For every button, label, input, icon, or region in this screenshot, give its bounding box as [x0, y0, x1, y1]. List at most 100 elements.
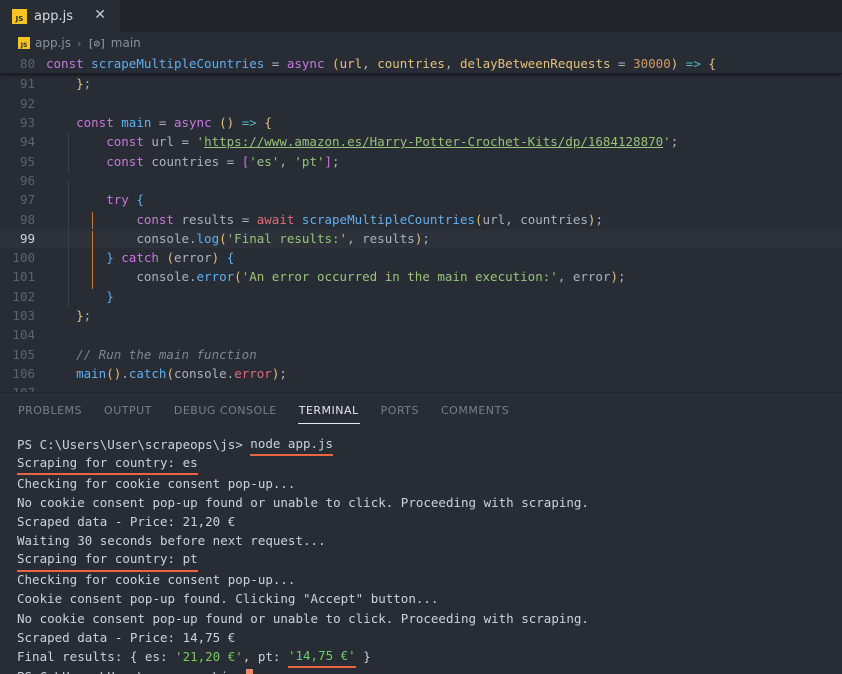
terminal-highlighted-text: Scraping for country: es [17, 453, 198, 476]
terminal-line: Cookie consent pop-up found. Clicking "A… [17, 589, 842, 608]
code-editor[interactable]: 80 const scrapeMultipleCountries = async… [0, 54, 842, 392]
code-line[interactable]: 101 console.error('An error occurred in … [0, 267, 842, 289]
code-token: console [136, 230, 189, 246]
code-token: 30000 [633, 56, 671, 72]
line-number: 91 [19, 76, 35, 92]
code-token: console [136, 269, 189, 285]
code-token: ; [83, 308, 92, 323]
terminal-line: No cookie consent pop-up found or unable… [17, 493, 842, 512]
breadcrumb-symbol[interactable]: main [111, 36, 141, 50]
code-token: ( [332, 56, 340, 72]
panel-tab-problems[interactable]: PROBLEMS [17, 397, 83, 424]
code-token: // Run the main function [76, 346, 257, 362]
code-line[interactable]: 96 [0, 171, 842, 200]
code-line[interactable]: 91 }; [0, 74, 842, 93]
line-number: 104 [12, 327, 35, 343]
code-line-content: main().catch(console.error); [46, 366, 842, 381]
line-number: 102 [12, 288, 35, 304]
code-token: 'pt' [294, 153, 325, 169]
code-token: 'Final results:' [226, 230, 348, 246]
code-line-content: // Run the main function [46, 347, 842, 362]
code-line[interactable]: 97 try { [0, 190, 842, 212]
panel-tab-ports[interactable]: PORTS [380, 397, 420, 424]
code-token: catch [121, 250, 159, 266]
chevron-right-icon: › [77, 36, 82, 50]
code-token: ; [670, 134, 679, 150]
terminal-line: Checking for cookie consent pop-up... [17, 570, 842, 589]
terminal-text: Checking for cookie consent pop-up... [17, 475, 296, 491]
code-token: { [136, 192, 144, 208]
breadcrumb-file[interactable]: app.js [35, 36, 71, 50]
line-number: 105 [12, 346, 35, 362]
code-token: ; [279, 365, 287, 381]
panel-tab-terminal[interactable]: TERMINAL [297, 397, 360, 424]
code-line[interactable]: 104 [0, 325, 842, 344]
code-lines-container[interactable]: 91 }; 92 93 const main = async () => {94 c… [0, 74, 842, 392]
code-token: , [347, 230, 363, 246]
line-number: 94 [19, 134, 35, 150]
code-line[interactable]: 106 main().catch(console.error); [0, 364, 842, 383]
panel-tab-bar: PROBLEMS OUTPUT DEBUG CONSOLE TERMINAL PORTS… [0, 393, 842, 428]
code-token: ; [595, 211, 603, 227]
sticky-scroll-header[interactable]: 80 const scrapeMultipleCountries = async… [0, 54, 842, 75]
code-token: url [339, 56, 363, 72]
code-token: async [173, 115, 212, 131]
panel-tab-debug-console[interactable]: DEBUG CONSOLE [173, 397, 278, 424]
code-token: = [173, 134, 197, 150]
tab-app-js[interactable]: JS app.js ✕ [0, 0, 120, 32]
code-line[interactable]: 93 const main = async () => { [0, 113, 842, 132]
line-number: 96 [19, 172, 35, 188]
terminal-line: PS C:\Users\User\scrapeops\js> node app.… [17, 435, 842, 456]
code-line[interactable]: 99 console.log('Final results:', results… [0, 228, 842, 251]
terminal-text: Scraped data - Price: 21,20 € [17, 514, 236, 530]
code-token: error [196, 269, 235, 285]
line-number: 103 [12, 308, 35, 323]
terminal-text: No cookie consent pop-up found or unable… [17, 494, 589, 510]
code-token: https://www.amazon.es/Harry-Potter-Croch… [204, 134, 664, 150]
tab-label: app.js [34, 8, 73, 24]
code-token: = [219, 153, 242, 169]
code-token: ; [332, 153, 340, 169]
close-icon[interactable]: ✕ [84, 8, 110, 24]
code-line-content: }; [46, 76, 842, 91]
code-token: url [151, 134, 174, 150]
code-line[interactable]: 100 } catch (error) { [0, 248, 842, 270]
code-line[interactable]: 94 const url = 'https://www.amazon.es/Ha… [0, 132, 842, 154]
panel-tab-comments[interactable]: COMMENTS [440, 397, 510, 424]
code-line[interactable]: 107 [0, 383, 842, 392]
code-line[interactable]: 102 } [0, 287, 842, 308]
code-line-content: }; [46, 308, 842, 323]
code-token: delayBetweenRequests [460, 56, 611, 72]
line-number: 107 [0, 385, 46, 392]
code-token: , [279, 153, 295, 169]
code-line[interactable]: 105 // Run the main function [0, 344, 842, 363]
breadcrumb: JS app.js › [⊘] main [0, 32, 842, 54]
panel-tab-output[interactable]: OUTPUT [103, 397, 153, 424]
terminal-text: Cookie consent pop-up found. Clicking "A… [17, 591, 439, 607]
code-token: const [106, 153, 144, 169]
code-line[interactable]: 98 const results = await scrapeMultipleC… [0, 209, 842, 231]
code-token: scrapeMultipleCountries [91, 56, 265, 72]
line-number: 80 [19, 56, 35, 72]
code-line[interactable]: 103 }; [0, 306, 842, 325]
terminal-highlighted-text: Scraping for country: pt [17, 549, 198, 572]
line-number: 97 [19, 192, 35, 208]
code-line-content: const results = await scrapeMultipleCoun… [46, 211, 842, 231]
terminal-cursor [245, 668, 253, 674]
terminal-text: Final results: { es: [17, 649, 176, 665]
code-token: . [121, 365, 129, 381]
code-token: results [362, 230, 415, 246]
code-token: error [572, 269, 611, 285]
code-line-content: const scrapeMultipleCountries = async (u… [46, 56, 842, 71]
line-number: 101 [12, 269, 35, 285]
code-token: main [76, 365, 107, 381]
code-token: async [286, 56, 325, 72]
code-line[interactable]: 95 const countries = ['es', 'pt']; [0, 151, 842, 173]
code-line[interactable]: 92 [0, 94, 842, 113]
terminal-output[interactable]: PS C:\Users\User\scrapeops\js> node app.… [0, 428, 842, 674]
line-number: 93 [19, 115, 35, 131]
terminal-text: Scraped data - Price: 14,75 € [17, 629, 236, 645]
